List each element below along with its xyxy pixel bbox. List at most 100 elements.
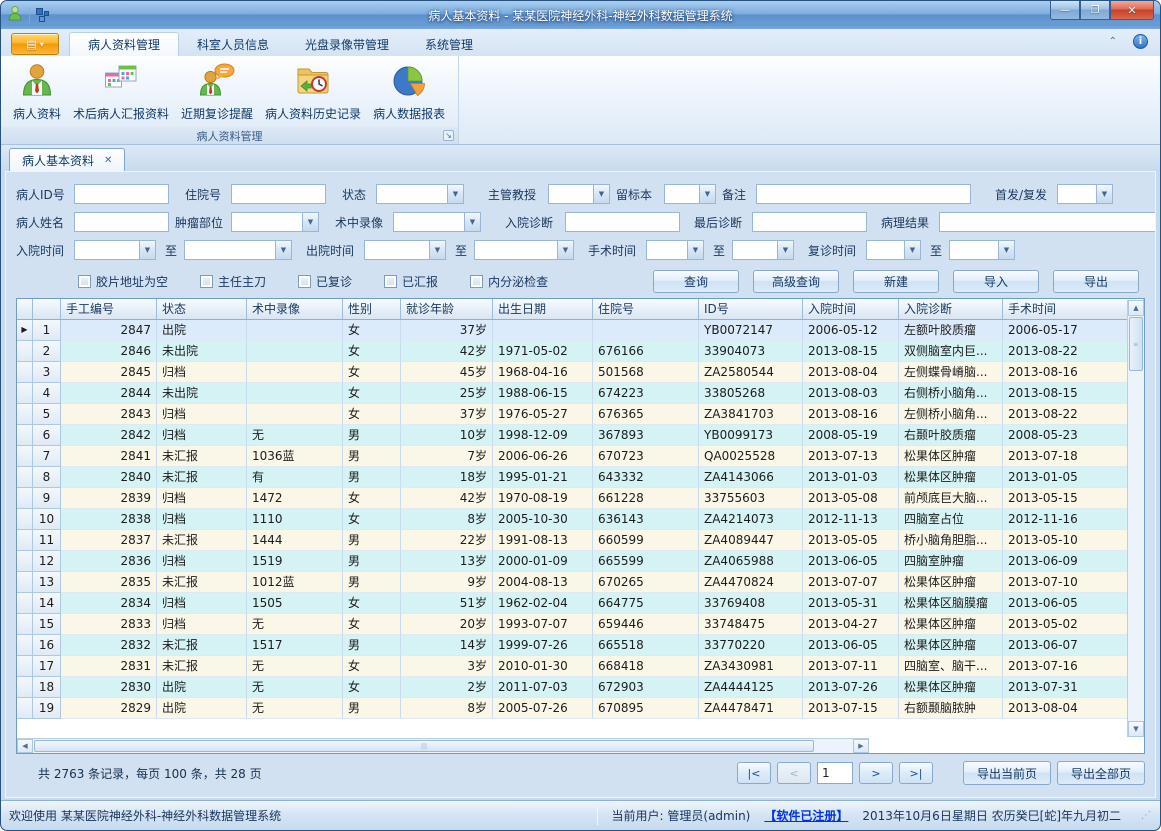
ribbon-button[interactable]: 病人资料历史记录 xyxy=(259,60,367,124)
horizontal-scroll-thumb[interactable]: ||| xyxy=(34,740,814,752)
col-surgery-date[interactable]: 手术时间 xyxy=(1003,299,1144,320)
table-row[interactable]: 19 2829 出院 无 男 8岁 2005-07-26 670895 ZA44… xyxy=(17,698,1127,719)
maximize-button[interactable]: ❐ xyxy=(1080,1,1110,20)
export-all-pages-button[interactable]: 导出全部页 xyxy=(1057,761,1145,785)
col-sex[interactable]: 性别 xyxy=(343,299,401,320)
resize-grip-icon[interactable]: ⋰ xyxy=(1141,810,1152,821)
patient-id-input[interactable] xyxy=(74,184,169,204)
close-button[interactable]: ✕ xyxy=(1110,1,1154,20)
discharge-to-select[interactable]: ▼ xyxy=(474,240,574,260)
col-birth-date[interactable]: 出生日期 xyxy=(493,299,593,320)
vertical-scrollbar[interactable]: ▲ ≡ ▼ xyxy=(1127,300,1144,737)
info-icon[interactable]: i xyxy=(1133,34,1148,49)
action-button[interactable]: 高级查询 xyxy=(753,270,839,293)
revisit-from-select[interactable]: ▼ xyxy=(866,240,921,260)
col-admit-diag[interactable]: 入院诊断 xyxy=(899,299,1003,320)
ribbon-tab[interactable]: 光盘录像带管理 xyxy=(287,32,407,56)
col-id[interactable]: ID号 xyxy=(699,299,803,320)
export-current-page-button[interactable]: 导出当前页 xyxy=(963,761,1051,785)
table-row[interactable]: 12 2836 归档 1519 男 13岁 2000-01-09 665599 … xyxy=(17,551,1127,572)
tab-close-icon[interactable]: ✕ xyxy=(104,155,112,166)
table-row[interactable]: 7 2841 未汇报 1036蓝 男 7岁 2006-06-26 670723 … xyxy=(17,446,1127,467)
table-row[interactable]: 8 2840 未汇报 有 男 18岁 1995-01-21 643332 ZA4… xyxy=(17,467,1127,488)
scroll-right-icon[interactable]: ▶ xyxy=(853,739,869,753)
table-row[interactable]: 4 2844 未出院 女 25岁 1988-06-15 674223 33805… xyxy=(17,383,1127,404)
table-row[interactable]: 11 2837 未汇报 1444 男 22岁 1991-08-13 660599… xyxy=(17,530,1127,551)
scroll-down-icon[interactable]: ▼ xyxy=(1128,721,1144,737)
admit-diag-input[interactable] xyxy=(565,212,680,232)
col-hosp-no[interactable]: 住院号 xyxy=(593,299,699,320)
filter-checkbox[interactable]: 已复诊 xyxy=(298,273,352,290)
table-row[interactable]: ▶ 1 2847 出院 女 37岁 YB0072147 2006-05-12 左… xyxy=(17,320,1127,341)
table-row[interactable]: 13 2835 未汇报 1012蓝 男 9岁 2004-08-13 670265… xyxy=(17,572,1127,593)
registered-link[interactable]: 【软件已注册】 xyxy=(764,807,848,824)
quick-access-icon[interactable] xyxy=(36,8,50,22)
ribbon-button[interactable]: 病人数据报表 xyxy=(367,60,451,124)
cell-age: 2岁 xyxy=(401,677,493,698)
ribbon-tab[interactable]: 病人资料管理 xyxy=(69,32,179,56)
admit-from-select[interactable]: ▼ xyxy=(74,240,156,260)
col-status[interactable]: 状态 xyxy=(157,299,247,320)
last-page-button[interactable]: >| xyxy=(899,762,933,784)
filter-checkbox[interactable]: 主任主刀 xyxy=(200,273,266,290)
ribbon-tab[interactable]: 科室人员信息 xyxy=(179,32,287,56)
final-diag-input[interactable] xyxy=(752,212,867,232)
action-button[interactable]: 新建 xyxy=(853,270,939,293)
table-row[interactable]: 16 2832 未汇报 1517 男 14岁 1999-07-26 665518… xyxy=(17,635,1127,656)
ribbon-tab[interactable]: 系统管理 xyxy=(407,32,491,56)
hosp-no-input[interactable] xyxy=(231,184,326,204)
discharge-from-select[interactable]: ▼ xyxy=(364,240,446,260)
filter-checkbox[interactable]: 胶片地址为空 xyxy=(78,273,168,290)
op-video-select[interactable]: ▼ xyxy=(393,212,481,232)
table-row[interactable]: 3 2845 归档 女 45岁 1968-04-16 501568 ZA2580… xyxy=(17,362,1127,383)
vertical-scroll-thumb[interactable]: ≡ xyxy=(1129,317,1143,371)
remark-input[interactable] xyxy=(756,184,971,204)
col-manual-no[interactable]: 手工编号 xyxy=(61,299,157,320)
tab-patient-basic-info[interactable]: 病人基本资料 ✕ xyxy=(9,148,125,171)
status-select[interactable]: ▼ xyxy=(376,184,464,204)
patient-name-input[interactable] xyxy=(74,212,169,232)
ribbon-button[interactable]: 术后病人汇报资料 xyxy=(67,60,175,124)
scroll-left-icon[interactable]: ◀ xyxy=(17,739,33,753)
prev-page-button[interactable]: < xyxy=(777,762,811,784)
table-row[interactable]: 2 2846 未出院 女 42岁 1971-05-02 676166 33904… xyxy=(17,341,1127,362)
table-row[interactable]: 14 2834 归档 1505 女 51岁 1962-02-04 664775 … xyxy=(17,593,1127,614)
first-page-button[interactable]: |< xyxy=(737,762,771,784)
professor-select[interactable]: ▼ xyxy=(548,184,610,204)
action-button[interactable]: 导入 xyxy=(953,270,1039,293)
ribbon-button[interactable]: 近期复诊提醒 xyxy=(175,60,259,124)
next-page-button[interactable]: > xyxy=(859,762,893,784)
admit-to-select[interactable]: ▼ xyxy=(184,240,292,260)
table-row[interactable]: 9 2839 归档 1472 女 42岁 1970-08-19 661228 3… xyxy=(17,488,1127,509)
revisit-to-select[interactable]: ▼ xyxy=(949,240,1015,260)
col-admit-date[interactable]: 入院时间 xyxy=(803,299,899,320)
ribbon-button[interactable]: 病人资料 xyxy=(7,60,67,124)
collapse-ribbon-icon[interactable]: ⌃ xyxy=(1109,36,1117,47)
col-age[interactable]: 就诊年龄 xyxy=(401,299,493,320)
application-menu-button[interactable]: ▤▾ xyxy=(11,33,59,55)
filter-checkbox[interactable]: 内分泌检查 xyxy=(470,273,548,290)
specimen-select[interactable]: ▼ xyxy=(664,184,716,204)
col-op-video[interactable]: 术中录像 xyxy=(247,299,343,320)
action-button[interactable]: 查询 xyxy=(653,270,739,293)
surgery-time-label: 手术时间 xyxy=(588,242,646,259)
horizontal-scrollbar[interactable]: ◀ ||| ▶ xyxy=(17,738,869,753)
minimize-button[interactable]: — xyxy=(1050,1,1080,20)
table-row[interactable]: 15 2833 归档 无 女 20岁 1993-07-07 659446 337… xyxy=(17,614,1127,635)
surgery-from-select[interactable]: ▼ xyxy=(646,240,704,260)
table-row[interactable]: 18 2830 出院 无 女 2岁 2011-07-03 672903 ZA44… xyxy=(17,677,1127,698)
scroll-up-icon[interactable]: ▲ xyxy=(1128,300,1144,316)
table-row[interactable]: 6 2842 归档 无 男 10岁 1998-12-09 367893 YB00… xyxy=(17,425,1127,446)
surgery-to-select[interactable]: ▼ xyxy=(732,240,794,260)
pathology-input[interactable] xyxy=(939,212,1156,232)
tumor-site-select[interactable]: ▼ xyxy=(231,212,319,232)
page-number-input[interactable] xyxy=(817,762,853,784)
table-row[interactable]: 10 2838 归档 1110 女 8岁 2005-10-30 636143 Z… xyxy=(17,509,1127,530)
cell-admit-diag: 左额叶胶质瘤 xyxy=(899,320,1003,341)
table-row[interactable]: 17 2831 未汇报 无 女 3岁 2010-01-30 668418 ZA3… xyxy=(17,656,1127,677)
first-recur-select[interactable]: ▼ xyxy=(1057,184,1113,204)
table-row[interactable]: 5 2843 归档 女 37岁 1976-05-27 676365 ZA3841… xyxy=(17,404,1127,425)
action-button[interactable]: 导出 xyxy=(1053,270,1139,293)
filter-checkbox[interactable]: 已汇报 xyxy=(384,273,438,290)
dialog-launcher-icon[interactable]: ↘ xyxy=(443,130,454,141)
